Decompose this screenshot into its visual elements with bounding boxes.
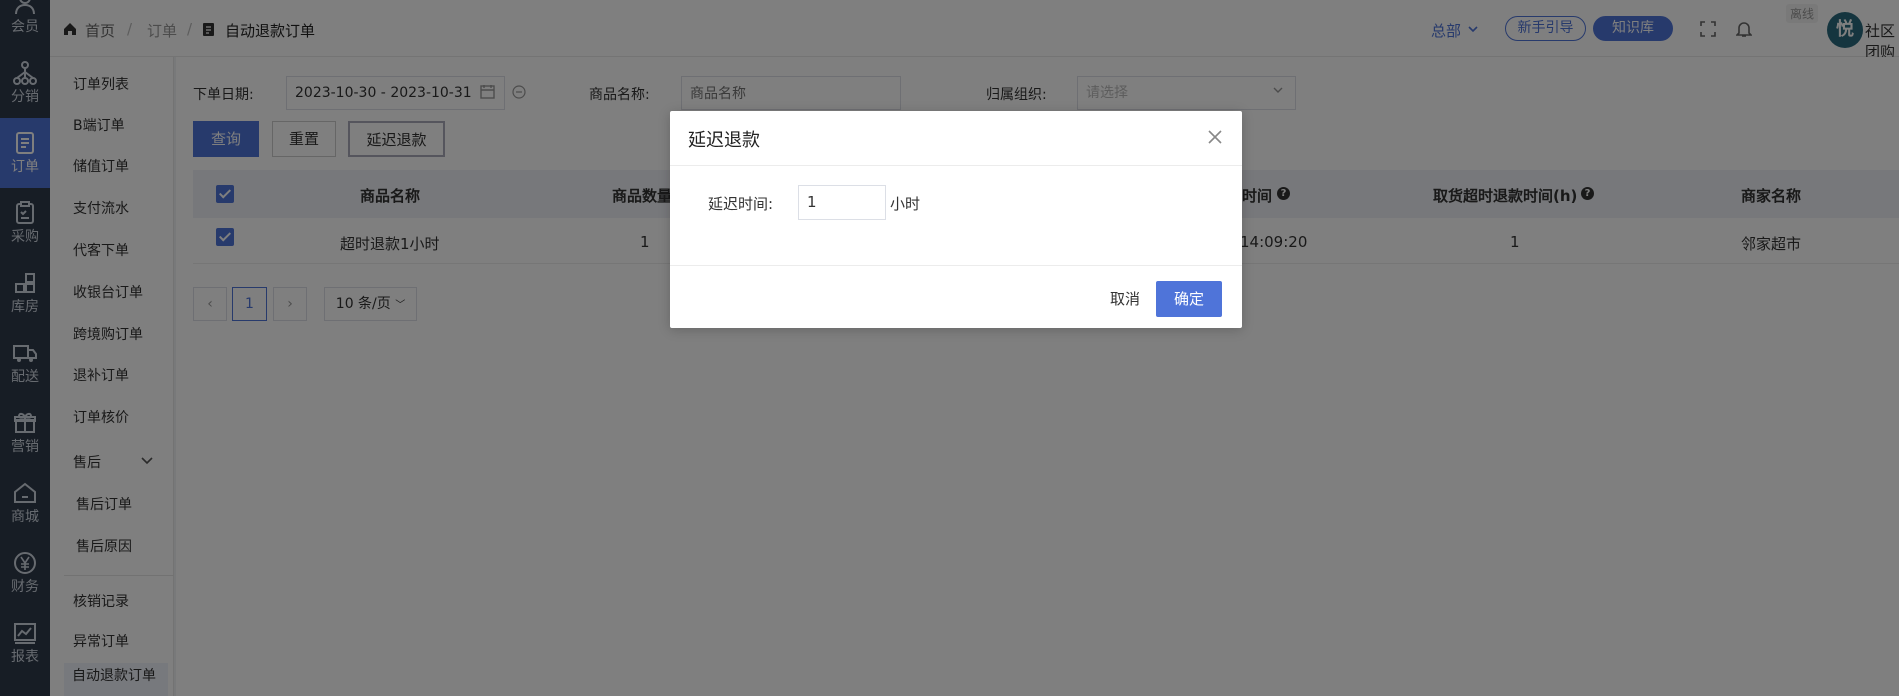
delay-time-label: 延迟时间: <box>708 195 774 213</box>
modal-overlay[interactable] <box>0 0 1899 696</box>
dialog-title: 延迟退款 <box>688 130 760 151</box>
dialog-header: 延迟退款 <box>670 111 1242 166</box>
cancel-button[interactable]: 取消 <box>1090 281 1160 317</box>
delay-refund-dialog: 延迟退款 延迟时间: 1 小时 取消 确定 <box>670 111 1242 328</box>
delay-hours-input[interactable]: 1 <box>798 185 886 220</box>
delay-unit: 小时 <box>890 195 921 213</box>
confirm-button[interactable]: 确定 <box>1156 281 1222 317</box>
dialog-footer-divider <box>670 265 1242 266</box>
close-icon[interactable] <box>1205 127 1225 147</box>
